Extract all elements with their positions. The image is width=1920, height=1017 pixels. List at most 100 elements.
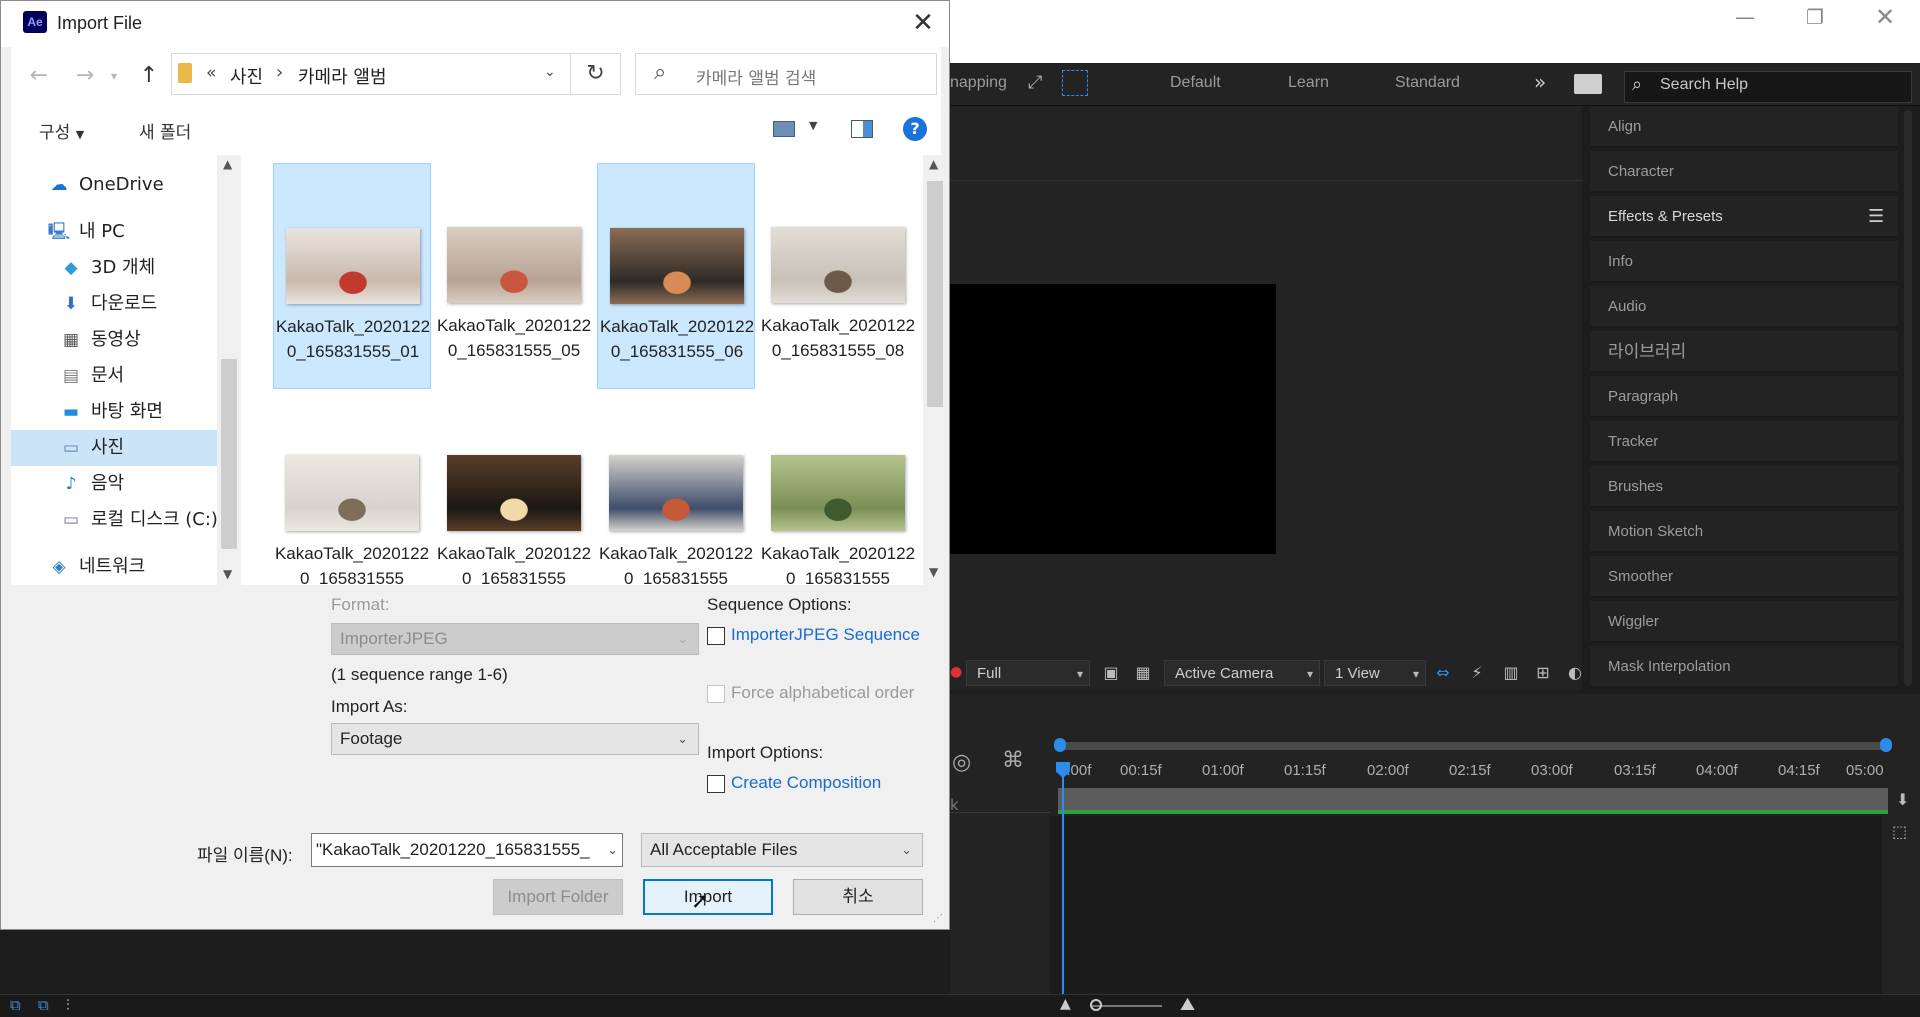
nav-item-desktop[interactable]: ▬ 바탕 화면 [11,394,217,430]
panel-audio[interactable]: Audio [1590,286,1898,328]
scroll-down-icon[interactable]: ▼ [223,567,232,581]
import-as-select[interactable]: Footage ⌄ [331,723,699,755]
nav-item-downloads[interactable]: ⬇ 다운로드 [11,286,217,322]
snapping-icon[interactable]: ⤢ [1028,72,1042,93]
back-arrow-icon[interactable]: ← [25,61,53,91]
more-workspaces-icon[interactable]: » [1534,70,1546,94]
nav-item-music[interactable]: ♪ 음악 [11,466,217,502]
nav-pane-scroll-thumb[interactable] [221,359,237,549]
folder-search-box[interactable]: ⌕ 카메라 앨범 검색 [635,53,937,95]
up-arrow-icon[interactable]: ↑ [135,61,163,91]
address-history-chevron-icon[interactable]: ⌄ [544,64,556,80]
layer-switches-icon[interactable]: ⧉ [10,996,21,1014]
work-area-bar[interactable] [1058,788,1888,810]
zoom-in-icon[interactable]: ⛰ [1180,994,1195,1015]
file-tile[interactable]: KakaoTalk_20201220_165831555 [759,391,917,585]
time-navigator-start-handle[interactable] [1054,738,1066,752]
file-tile[interactable]: KakaoTalk_20201220_165831555_06 [597,163,755,389]
resize-grip-icon[interactable]: ⋰ [933,913,943,924]
file-tile[interactable]: KakaoTalk_20201220_165831555 [597,391,755,585]
view-options-icon[interactable] [773,121,795,137]
workspace-default[interactable]: Default [1170,74,1221,92]
nav-item-network[interactable]: ◈ 네트워크 [11,549,217,585]
panel-effects-presets[interactable]: Effects & Presets [1590,196,1898,238]
new-folder-button[interactable]: 새 폴더 [139,118,191,143]
file-type-select[interactable]: All Acceptable Files ⌄ [641,833,923,867]
resolution-select[interactable]: Full ▾ [966,660,1090,686]
transfer-controls-icon[interactable]: ⧉ [38,996,49,1014]
nav-item-this-pc[interactable]: 🖳 내 PC [11,214,217,250]
panel-align[interactable]: Align [1590,106,1898,148]
camera-select[interactable]: Active Camera ▾ [1164,660,1320,686]
panel-tracker[interactable]: Tracker [1590,421,1898,463]
address-bar[interactable]: « 사진 › 카메라 앨범 ⌄ [171,53,571,95]
organize-button[interactable]: 구성 ▼ [39,118,84,143]
panel-libraries[interactable]: 라이브러리 [1590,331,1898,373]
view-layout-select[interactable]: 1 View ▾ [1324,660,1426,686]
sequence-checkbox-label[interactable]: ImporterJPEG Sequence [731,625,920,645]
workspace-standard[interactable]: Standard [1395,74,1460,92]
motion-blur-icon[interactable]: ◎ [952,750,971,775]
refresh-icon[interactable]: ↻ [571,53,621,95]
in-out-icon[interactable]: ⫶ [66,996,70,1014]
panel-menu-icon[interactable]: ☰ [1868,206,1884,227]
zoom-slider-handle[interactable] [1090,999,1102,1011]
playhead-line[interactable] [1062,770,1064,996]
file-list-scroll-thumb[interactable] [927,181,943,407]
chevron-down-icon[interactable]: ⌄ [603,834,618,866]
close-icon[interactable]: ✕ [905,7,941,39]
search-help-input[interactable]: Search Help [1660,76,1748,94]
help-icon[interactable]: ? [903,117,927,141]
timeline-layers-area[interactable] [1050,816,1882,994]
scroll-up-icon[interactable]: ▲ [223,157,232,171]
time-navigator[interactable] [1058,742,1888,750]
nav-item-onedrive[interactable]: ☁ OneDrive [11,167,217,203]
flowchart-icon[interactable]: ⊞ [1532,662,1554,684]
file-tile[interactable]: KakaoTalk_20201220_165831555_08 [759,163,917,389]
file-tile[interactable]: KakaoTalk_20201220_165831555 [273,391,431,585]
create-composition-checkbox[interactable] [707,775,725,793]
folder-search-input[interactable]: 카메라 앨범 검색 [696,64,816,89]
panel-mask-interpolation[interactable]: Mask Interpolation [1590,646,1898,688]
workspace-snapping[interactable]: napping [950,74,1007,92]
color-channel-icon[interactable]: ● [950,664,962,680]
panels-scrollbar[interactable] [1904,110,1912,686]
recent-locations-chevron-icon[interactable]: ▾ [105,61,123,91]
nav-item-3d-objects[interactable]: ◆ 3D 개체 [11,250,217,286]
panel-motion-sketch[interactable]: Motion Sketch [1590,511,1898,553]
sequence-checkbox[interactable] [707,627,725,645]
breadcrumb-camera-album[interactable]: 카메라 앨범 [298,63,387,89]
breadcrumb-pictures[interactable]: 사진 [230,63,263,89]
snap-target-icon[interactable] [1062,70,1088,96]
panel-paragraph[interactable]: Paragraph [1590,376,1898,418]
region-of-interest-icon[interactable]: ▣ [1100,662,1122,684]
cancel-button[interactable]: 취소 [793,879,923,915]
create-composition-label[interactable]: Create Composition [731,773,881,793]
workspace-menu-icon[interactable] [1574,74,1602,94]
nav-item-pictures[interactable]: ▭ 사진 [11,430,217,466]
scroll-up-icon[interactable]: ▲ [929,157,938,171]
comp-marker-icon[interactable]: ⬇ [1896,790,1909,809]
nav-item-documents[interactable]: ▤ 문서 [11,358,217,394]
comp-marker-bin-icon[interactable]: ⬚ [1892,822,1907,841]
timeline-icon[interactable]: ▥ [1500,662,1522,684]
panel-info[interactable]: Info [1590,241,1898,283]
forward-arrow-icon[interactable]: → [71,61,99,91]
close-app-icon[interactable]: ✕ [1850,0,1920,34]
toggle-pixel-aspect-icon[interactable]: ⇔ [1432,662,1454,684]
preview-pane-icon[interactable] [851,120,873,138]
filename-input[interactable]: "KakaoTalk_20201220_165831555_ ⌄ [311,833,623,867]
restore-icon[interactable]: ❐ [1780,0,1850,34]
file-tile[interactable]: KakaoTalk_20201220_165831555_05 [435,163,593,389]
composition-canvas[interactable] [950,284,1276,554]
nav-item-local-disk[interactable]: ▭ 로컬 디스크 (C:) [11,502,218,538]
fast-previews-icon[interactable]: ⚡ [1466,662,1488,684]
nav-item-videos[interactable]: ▦ 동영상 [11,322,217,358]
panel-brushes[interactable]: Brushes [1590,466,1898,508]
workspace-learn[interactable]: Learn [1288,74,1329,92]
graph-editor-icon[interactable]: ⌘ [1002,748,1024,773]
time-navigator-end-handle[interactable] [1880,738,1892,752]
chevron-down-icon[interactable]: ▼ [809,119,817,132]
file-tile[interactable]: KakaoTalk_20201220_165831555 [435,391,593,585]
panel-wiggler[interactable]: Wiggler [1590,601,1898,643]
